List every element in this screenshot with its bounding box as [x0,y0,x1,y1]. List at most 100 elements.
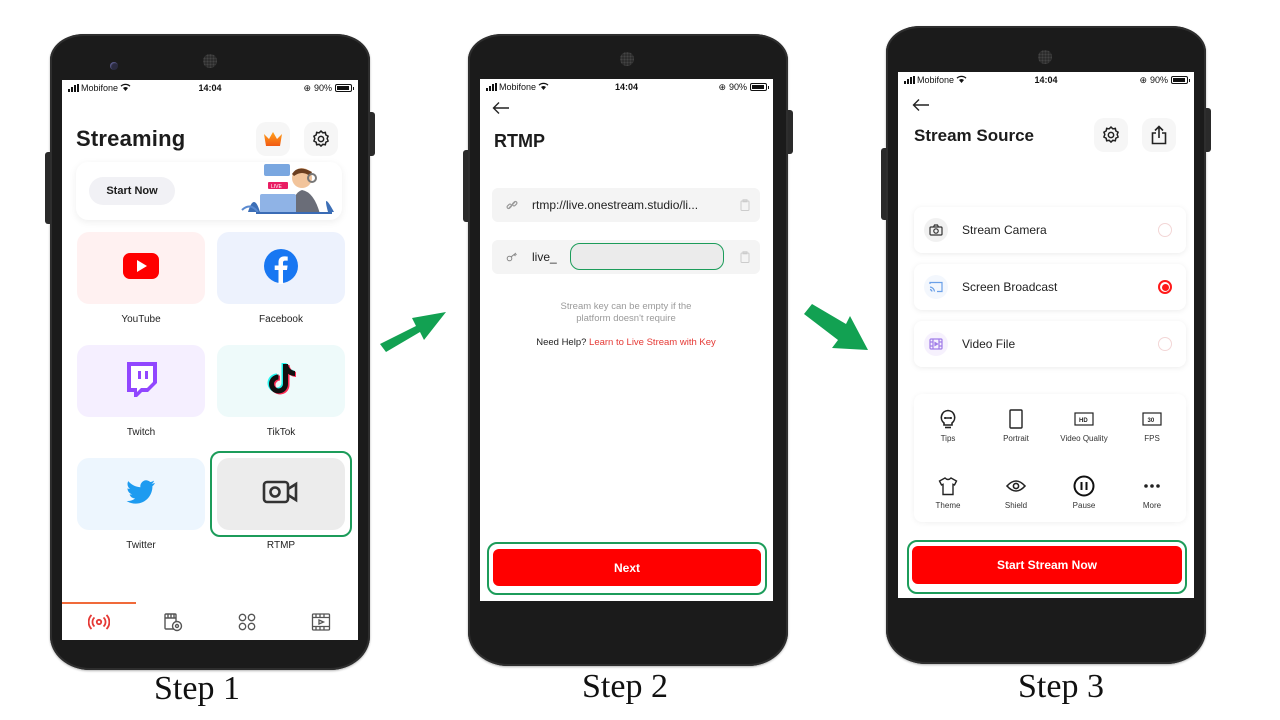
back-button[interactable] [912,96,930,117]
tiktok-icon [266,362,297,401]
tab-schedule[interactable] [136,604,210,640]
platform-tile-facebook[interactable] [217,232,345,304]
source-radio[interactable] [1158,280,1172,294]
status-bar: Mobifone 14:04 ⊕ 90% [62,80,358,96]
tool-theme[interactable]: Theme [914,475,982,510]
settings-button[interactable] [304,122,338,156]
battery-icon [750,83,769,91]
tool-video-quality[interactable]: HD Video Quality [1050,408,1118,443]
volume-button [45,152,50,224]
source-radio[interactable] [1158,337,1172,351]
shirt-icon [914,475,982,497]
settings-button[interactable] [1094,118,1128,152]
screen-rtmp: Mobifone 14:04 ⊕ 90% RTMP rtmp://live.one… [480,79,773,601]
platform-tile-tiktok[interactable] [217,345,345,417]
source-option-stream-camera[interactable]: Stream Camera [914,207,1186,253]
server-url-field[interactable]: rtmp://live.onestream.studio/li... [492,188,760,222]
earpiece-speaker [203,54,217,68]
rtmp-tile-highlight [210,451,352,537]
wifi-icon [538,82,549,92]
apps-grid-icon [238,613,256,631]
platform-tile-twitch[interactable] [77,345,205,417]
source-option-video-file[interactable]: Video File [914,321,1186,367]
tab-library[interactable] [284,604,358,640]
earpiece-speaker [620,52,634,66]
stream-tools-panel: Tips Portrait HD Video Quality 30 FPS Theme Shi… [914,394,1186,522]
source-label: Screen Broadcast [962,280,1058,294]
tool-fps[interactable]: 30 FPS [1118,408,1186,443]
wifi-icon [956,75,967,85]
arrow-right-down-icon [804,304,868,350]
page-title: RTMP [494,131,545,151]
arrow-left-icon [912,99,929,111]
earpiece-speaker [1038,50,1052,64]
tool-portrait[interactable]: Portrait [982,408,1050,443]
tool-label: Theme [935,501,961,510]
tool-label: Pause [1072,501,1096,510]
platform-label: Facebook [259,314,303,325]
premium-button[interactable] [256,122,290,156]
tab-live[interactable] [62,604,136,640]
tool-shield[interactable]: Shield [982,475,1050,510]
source-option-screen-broadcast[interactable]: Screen Broadcast [914,264,1186,310]
orientation-lock-icon: ⊕ [718,81,726,92]
video-file-icon [924,332,948,356]
arrow-right-up-icon [380,312,446,352]
tab-apps[interactable] [210,604,284,640]
battery-percent: 90% [313,83,332,93]
key-icon [506,252,517,262]
tool-label: FPS [1144,434,1160,443]
step-3-label: Step 3 [1018,668,1104,705]
battery-percent: 90% [1149,75,1168,85]
platform-tile-twitter[interactable] [77,458,205,530]
platform-label: YouTube [121,314,161,325]
video-library-icon [311,613,331,631]
stream-key-field[interactable]: live_ [492,240,760,274]
status-bar: Mobifone 14:04 ⊕ 90% [480,79,773,95]
paste-button[interactable] [730,199,760,211]
server-url-value: rtmp://live.onestream.studio/li... [532,198,699,212]
battery-icon [1171,76,1190,84]
bottom-tab-bar [62,604,358,640]
back-button[interactable] [492,99,510,120]
platform-label: Twitter [126,540,156,551]
promo-banner: Start Now LIVE [76,162,342,220]
front-camera [110,62,118,70]
signal-icon [486,83,497,91]
platform-label: TikTok [266,427,296,438]
screen-streaming: Mobifone 14:04 ⊕ 90% Streaming Start Now … [62,80,358,640]
source-label: Stream Camera [962,223,1047,237]
help-text: Need Help? Learn to Live Stream with Key [480,337,772,348]
tool-label: More [1142,501,1162,510]
platform-tile-youtube[interactable] [77,232,205,304]
twitch-icon [124,361,158,402]
source-radio[interactable] [1158,223,1172,237]
next-button[interactable]: Next [493,549,761,586]
tool-pause[interactable]: Pause [1050,475,1118,510]
paste-button[interactable] [730,251,760,263]
help-prefix: Need Help? [536,337,587,348]
platform-label: RTMP [266,540,296,551]
live-broadcast-icon [88,614,110,630]
help-link[interactable]: Learn to Live Stream with Key [589,337,716,348]
phone-step-3: Mobifone 14:04 ⊕ 90% Stream Source Stream… [881,26,1211,664]
youtube-icon [123,252,159,284]
source-label: Video File [962,337,1016,351]
start-stream-button[interactable]: Start Stream Now [912,546,1182,584]
svg-text:30: 30 [1148,418,1155,424]
volume-button [463,150,468,222]
facebook-icon [263,248,299,289]
stream-key-redacted-highlight [570,243,724,270]
start-now-button[interactable]: Start Now [89,177,175,205]
orientation-lock-icon: ⊕ [1139,74,1147,85]
streamer-illustration: LIVE [241,164,334,214]
eye-icon [982,475,1050,497]
tool-label: Video Quality [1060,434,1108,443]
page-title: Stream Source [914,126,1034,145]
gear-icon [312,130,330,148]
carrier-name: Mobifone [499,82,537,92]
tool-tips[interactable]: Tips [914,408,982,443]
carrier-name: Mobifone [81,83,119,93]
share-button[interactable] [1142,118,1176,152]
tool-more[interactable]: More [1118,475,1186,510]
